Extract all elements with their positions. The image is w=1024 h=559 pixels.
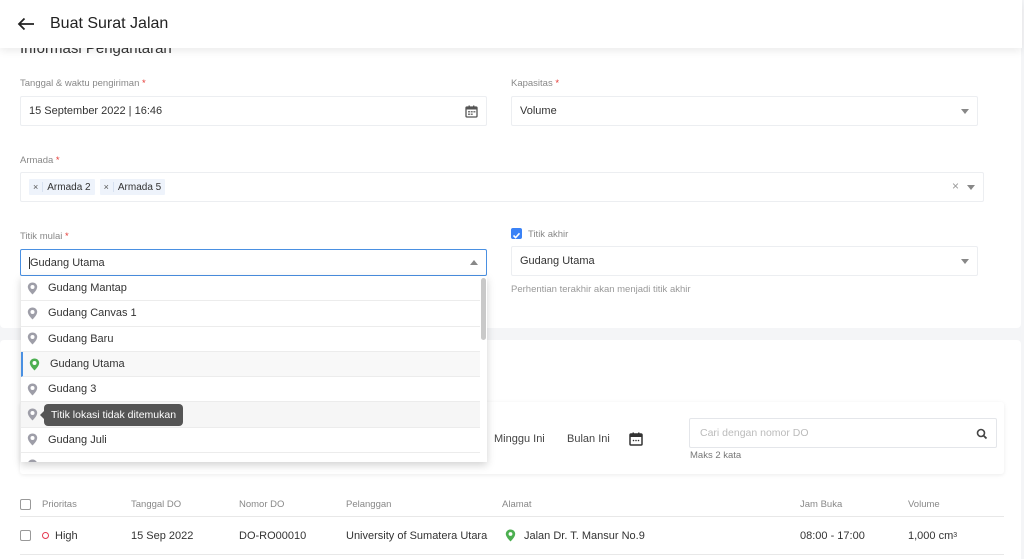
- dropdown-option-label: Gudang Baru: [48, 332, 114, 345]
- priority-high-icon: [42, 532, 49, 539]
- location-pin-icon: [28, 358, 40, 371]
- tanggal-label: Tanggal & waktu pengiriman *: [20, 78, 146, 89]
- armada-tag: × Armada 2: [29, 179, 95, 195]
- tanggal-value: 15 September 2022 | 16:46: [29, 105, 163, 117]
- remove-tag-icon[interactable]: ×: [29, 182, 44, 192]
- search-do-field: [689, 418, 997, 448]
- filter-tab-minggu-ini[interactable]: Minggu Ini: [494, 433, 545, 445]
- clear-icon[interactable]: ×: [952, 179, 959, 193]
- table-header: Prioritas Tanggal DO Nomor DO Pelanggan …: [20, 492, 1004, 517]
- column-header[interactable]: Prioritas: [42, 492, 77, 516]
- dropdown-option[interactable]: [21, 453, 480, 462]
- titik-akhir-hint: Perhentian terakhir akan menjadi titik a…: [511, 284, 691, 295]
- tooltip: Titik lokasi tidak ditemukan: [39, 404, 184, 426]
- location-pin-icon: [26, 408, 38, 421]
- jam-buka-cell: 08:00 - 17:00: [800, 529, 865, 542]
- calendar-icon[interactable]: [629, 432, 643, 451]
- check-icon: [512, 232, 521, 239]
- location-pin-icon: [26, 459, 38, 462]
- filter-tab-bulan-ini[interactable]: Bulan Ini: [567, 433, 610, 445]
- titik-mulai-select[interactable]: Gudang Utama: [20, 249, 487, 276]
- calendar-icon[interactable]: [465, 105, 478, 121]
- titik-akhir-value: Gudang Utama: [520, 255, 595, 267]
- column-header[interactable]: Alamat: [502, 492, 532, 516]
- armada-label: Armada *: [20, 155, 60, 166]
- dropdown-option-label: Gudang Canvas 1: [48, 307, 137, 320]
- search-do-input[interactable]: [700, 427, 970, 439]
- dropdown-option[interactable]: Gudang 3: [21, 377, 480, 403]
- armada-multiselect[interactable]: × Armada 2 × Armada 5 ×: [20, 172, 984, 202]
- volume-cell: 1,000 cm 3: [908, 529, 958, 542]
- titik-mulai-value: Gudang Utama: [30, 256, 105, 269]
- dropdown-option[interactable]: Gudang Utama: [21, 351, 480, 378]
- dropdown-option-label: Gudang Mantap: [48, 282, 127, 295]
- nomor-do-cell: DO-RO00010: [239, 529, 307, 542]
- location-pin-icon: [26, 307, 38, 320]
- search-hint: Maks 2 kata: [690, 450, 742, 461]
- column-header[interactable]: Jam Buka: [800, 492, 842, 516]
- location-pin-icon: [26, 383, 38, 396]
- kapasitas-value: Volume: [520, 105, 557, 117]
- table-row[interactable]: High 15 Sep 2022 DO-RO00010 University o…: [20, 517, 1004, 555]
- dropdown-option-label: Gudang 3: [48, 383, 97, 396]
- location-pin-icon: [26, 282, 38, 295]
- chevron-down-icon[interactable]: [967, 185, 975, 190]
- remove-tag-icon[interactable]: ×: [100, 182, 114, 192]
- alamat-cell: Jalan Dr. T. Mansur No.9: [505, 517, 645, 554]
- armada-tag: × Armada 5: [99, 179, 166, 195]
- page: Informasi Pengantaran Tanggal & waktu pe…: [0, 0, 1024, 559]
- select-all-checkbox[interactable]: [20, 498, 31, 510]
- dropdown-option[interactable]: Gudang Juli: [21, 428, 480, 454]
- location-pin-icon: [505, 529, 516, 542]
- titik-akhir-label: Titik akhir: [528, 229, 569, 240]
- column-header[interactable]: Pelanggan: [346, 492, 391, 516]
- tanggal-field[interactable]: 15 September 2022 | 16:46: [20, 96, 487, 126]
- location-pin-icon: [26, 332, 38, 345]
- page-header: Buat Surat Jalan: [0, 0, 1022, 48]
- do-table: Prioritas Tanggal DO Nomor DO Pelanggan …: [20, 492, 1004, 555]
- dropdown-scrollbar[interactable]: [481, 278, 486, 340]
- row-checkbox[interactable]: [20, 530, 31, 541]
- dropdown-option-label: Gudang Utama: [50, 358, 125, 371]
- priority-cell: High: [42, 517, 78, 554]
- page-title: Buat Surat Jalan: [50, 15, 169, 32]
- tanggal-do-cell: 15 Sep 2022: [131, 529, 194, 542]
- titik-mulai-label: Titik mulai *: [20, 231, 69, 242]
- chevron-down-icon: [961, 259, 969, 264]
- arrow-left-icon: [17, 17, 34, 31]
- back-button[interactable]: [14, 12, 38, 36]
- chevron-up-icon: [470, 260, 478, 265]
- pelanggan-cell: University of Sumatera Utara: [346, 529, 488, 542]
- kapasitas-select[interactable]: Volume: [511, 96, 978, 126]
- kapasitas-label: Kapasitas *: [511, 78, 560, 89]
- chevron-down-icon: [961, 109, 969, 114]
- column-header[interactable]: Nomor DO: [239, 492, 284, 516]
- dropdown-option[interactable]: Gudang Mantap: [21, 276, 480, 302]
- search-icon[interactable]: [976, 427, 988, 445]
- dropdown-option[interactable]: Gudang Baru: [21, 327, 480, 352]
- dropdown-option-label: Gudang Juli: [48, 433, 107, 446]
- location-pin-icon: [26, 433, 38, 446]
- column-header[interactable]: Tanggal DO: [131, 492, 181, 516]
- titik-mulai-dropdown: Gudang Mantap Gudang Canvas 1 Gudang Baru G…: [21, 276, 487, 462]
- titik-akhir-checkbox[interactable]: [511, 228, 522, 239]
- column-header[interactable]: Volume: [908, 492, 940, 516]
- dropdown-option[interactable]: Gudang Canvas 1: [21, 301, 480, 327]
- titik-akhir-select[interactable]: Gudang Utama: [511, 246, 978, 276]
